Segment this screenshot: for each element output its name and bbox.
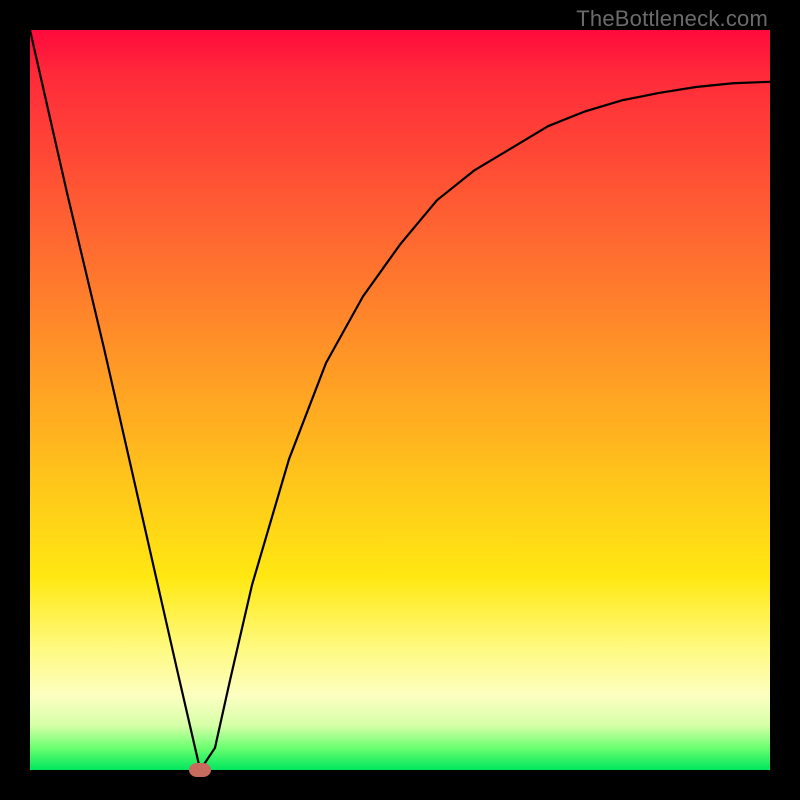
watermark-text: TheBottleneck.com — [576, 6, 768, 32]
min-marker — [189, 763, 211, 777]
chart-frame: TheBottleneck.com — [0, 0, 800, 800]
curve-svg — [30, 30, 770, 770]
plot-area — [30, 30, 770, 770]
curve-path — [30, 30, 770, 770]
